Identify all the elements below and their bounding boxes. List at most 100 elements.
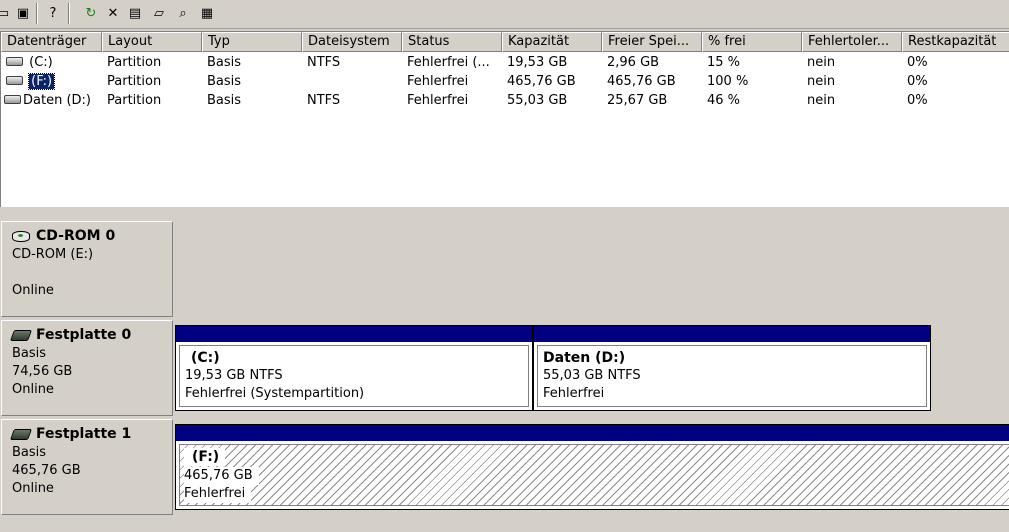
toolbar: ▭ ▣ ? ↻ ✕ ▤ ▱ ⌕ ▦ [0,0,1009,29]
table-row[interactable]: (F:) Partition Basis Fehlerfrei 465,76 G… [1,72,1009,91]
partition-status: Fehlerfrei (Systempartition) [185,386,365,401]
cell-fault-tolerance: nein [807,55,836,70]
details-view-icon[interactable]: ▣ [14,4,32,22]
disk-name: Festplatte 0 [36,327,132,343]
table-row[interactable]: (C:) Partition Basis NTFS Fehlerfrei (..… [1,53,1009,72]
open-icon[interactable]: ▱ [150,4,168,22]
volume-icon [6,57,23,66]
cell-free: 2,96 GB [607,55,660,70]
partition-status: Fehlerfrei [543,386,605,401]
cell-status: Fehlerfrei [407,74,469,89]
partition-c[interactable]: (C:) 19,53 GB NTFS Fehlerfrei (Systempar… [175,325,533,411]
column-header-datentraeger[interactable]: Datenträger [1,32,102,52]
partition-body: Daten (D:) 55,03 GB NTFS Fehlerfrei [537,345,927,407]
hard-disk-icon [9,429,33,440]
settings-icon[interactable]: ▦ [198,4,216,22]
cell-overhead: 0% [907,93,928,108]
cell-free: 465,76 GB [607,74,676,89]
disk-label-festplatte-0[interactable]: Festplatte 0 Basis 74,56 GB Online [1,320,173,416]
delete-icon[interactable]: ✕ [104,4,122,22]
disk-size: 465,76 GB [12,463,81,478]
hard-disk-icon [9,330,33,341]
disk-type: Basis [12,346,47,361]
partition-body: (C:) 19,53 GB NTFS Fehlerfrei (Systempar… [179,345,529,407]
partition-body: (F:) 465,76 GB Fehlerfrei [179,444,1009,506]
partition-name: (F:) [184,448,226,466]
volume-list: Datenträger Layout Typ Dateisystem Statu… [0,31,1009,207]
cell-type: Basis [207,74,242,89]
toolbar-separator [68,3,70,24]
pane-splitter[interactable] [0,207,1009,214]
cell-filesystem: NTFS [307,93,341,108]
cell-capacity: 465,76 GB [507,74,576,89]
cell-name: (C:) [1,53,102,72]
disk-row-festplatte-0: Festplatte 0 Basis 74,56 GB Online (C:) … [0,320,1009,416]
column-header-dateisystem[interactable]: Dateisystem [302,32,402,52]
cell-filesystem: NTFS [307,55,341,70]
column-header-freier-speicher[interactable]: Freier Spei... [602,32,702,52]
disk-status: Online [12,382,54,397]
properties-icon[interactable]: ▤ [126,4,144,22]
column-header-prozent-frei[interactable]: % frei [702,32,802,52]
cell-overhead: 0% [907,74,928,89]
disk-size: 74,56 GB [12,364,73,379]
folder-icon[interactable]: ▭ [0,4,12,22]
disk-status: Online [12,481,54,496]
volume-icon [4,95,21,104]
cell-percent-free: 15 % [707,55,741,70]
cell-fault-tolerance: nein [807,74,836,89]
column-header-status[interactable]: Status [402,32,502,52]
help-icon[interactable]: ? [44,4,62,22]
cdrom-icon [12,231,30,242]
partition-name: Daten (D:) [543,350,626,366]
partition-bar [176,326,532,342]
cell-capacity: 55,03 GB [507,93,568,108]
partition-detail: 465,76 GB [184,467,259,485]
refresh-icon[interactable]: ↻ [82,4,100,22]
column-header-restkapazitaet[interactable]: Restkapazität [902,32,1009,52]
column-header-layout[interactable]: Layout [102,32,202,52]
disk-status: Online [12,283,54,298]
column-header-typ[interactable]: Typ [202,32,302,52]
partition-detail: 55,03 GB NTFS [543,368,641,383]
cell-status: Fehlerfrei [407,93,469,108]
cell-fault-tolerance: nein [807,93,836,108]
disk-label-festplatte-1[interactable]: Festplatte 1 Basis 465,76 GB Online [1,419,173,515]
disk-name: Festplatte 1 [36,426,132,442]
list-header: Datenträger Layout Typ Dateisystem Statu… [1,32,1009,52]
volume-name: Daten (D:) [23,93,91,108]
cell-filesystem [302,72,402,91]
volume-icon [6,76,23,85]
cell-layout: Partition [107,74,162,89]
partition-bar [176,425,1009,441]
volume-name: (C:) [29,55,53,70]
cell-layout: Partition [107,55,162,70]
volume-name-selected: (F:) [28,73,56,90]
partition-f[interactable]: (F:) 465,76 GB Fehlerfrei [175,424,1009,510]
column-header-kapazitaet[interactable]: Kapazität [502,32,602,52]
partition-d[interactable]: Daten (D:) 55,03 GB NTFS Fehlerfrei [533,325,931,411]
toolbar-separator [36,3,38,24]
cell-layout: Partition [107,93,162,108]
cell-type: Basis [207,55,242,70]
column-header-fehlertoleranz[interactable]: Fehlertoler... [802,32,902,52]
disk-row-festplatte-1: Festplatte 1 Basis 465,76 GB Online (F:)… [0,419,1009,515]
disk-spacer [12,264,172,282]
cell-name: (F:) [1,72,102,91]
partition-name: (C:) [191,350,220,366]
partition-bar [534,326,930,342]
cell-capacity: 19,53 GB [507,55,568,70]
cell-percent-free: 46 % [707,93,741,108]
disk-name: CD-ROM 0 [36,228,116,244]
cell-status: Fehlerfrei (... [407,55,490,70]
partition-zone: (F:) 465,76 GB Fehlerfrei [175,419,1009,515]
disk-label-cdrom-0[interactable]: CD-ROM 0 CD-ROM (E:) Online [1,221,173,317]
cell-type: Basis [207,93,242,108]
partition-zone: (C:) 19,53 GB NTFS Fehlerfrei (Systempar… [175,320,931,416]
cell-name: Daten (D:) [1,91,100,110]
cell-overhead: 0% [907,55,928,70]
disk-type: Basis [12,445,47,460]
explore-icon[interactable]: ⌕ [174,4,192,22]
table-row[interactable]: Daten (D:) Partition Basis NTFS Fehlerfr… [1,91,1009,110]
disk-drive-letter: CD-ROM (E:) [12,247,94,262]
